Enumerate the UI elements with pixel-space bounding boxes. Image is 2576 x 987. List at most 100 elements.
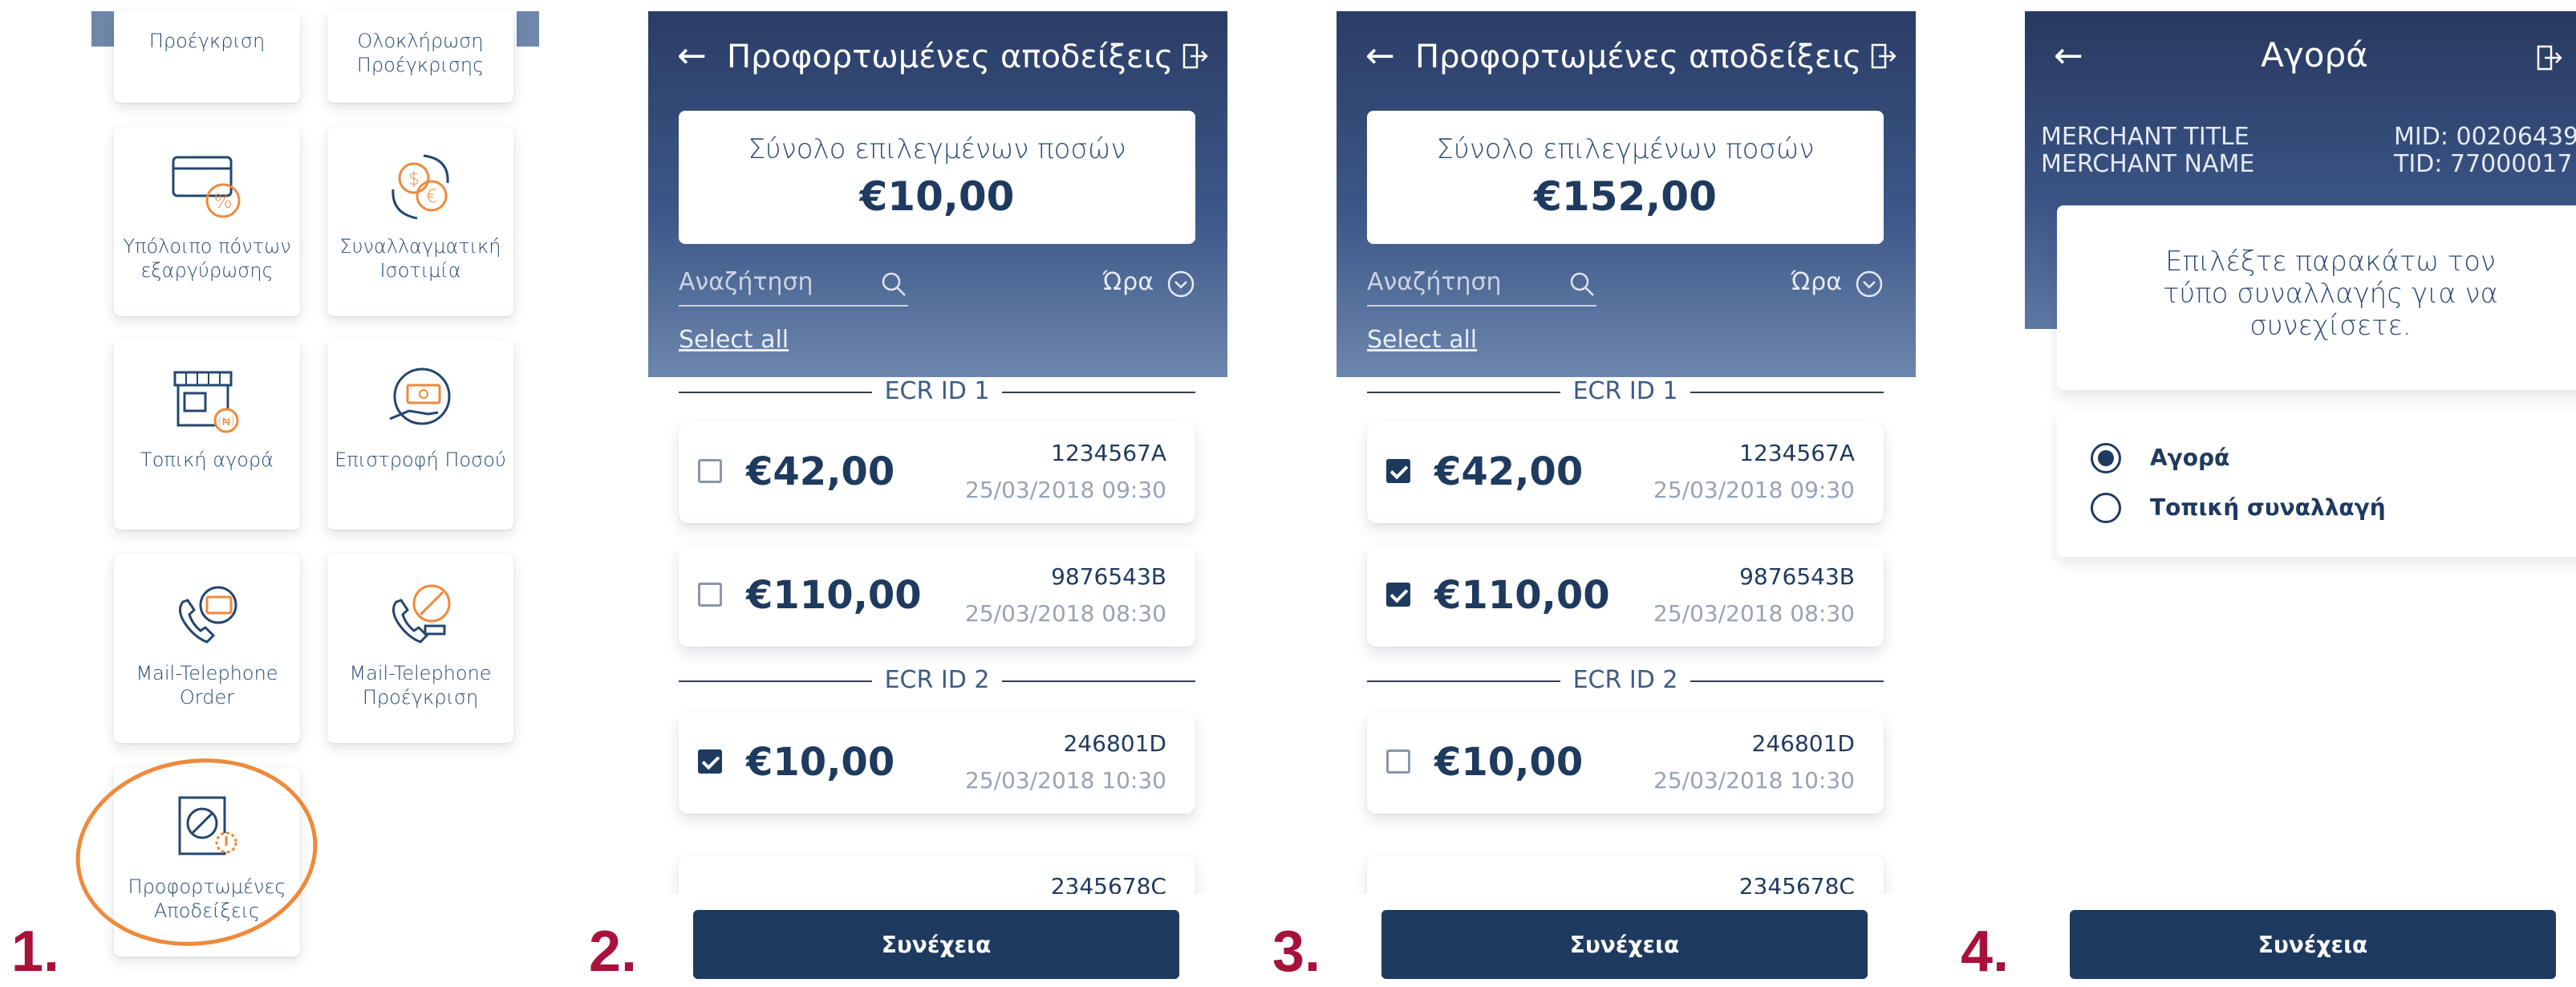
receipts-screen-3: ← Προφορτωμένες αποδείξεις Σύνολο επιλεγ…: [1337, 11, 1916, 987]
svg-text:(₦): (₦): [217, 416, 234, 429]
receipt-row[interactable]: €42,00 1234567A 25/03/2018 09:30: [679, 422, 1195, 523]
receipt-checkbox[interactable]: [698, 459, 722, 483]
receipt-ref: 2345678C: [1050, 873, 1166, 894]
receipt-datetime: 25/03/2018 08:30: [965, 600, 1166, 627]
radio-local-transaction[interactable]: [2091, 493, 2121, 523]
group-label: ECR ID 2: [871, 666, 1003, 694]
search-row: Αναζήτηση Ώρα: [1367, 268, 1884, 313]
receipt-amount: €110,00: [746, 573, 922, 618]
time-sort-label[interactable]: Ώρα: [1102, 268, 1154, 296]
receipt-row[interactable]: €10,00 246801D 25/03/2018 10:30: [679, 713, 1195, 814]
select-all-link[interactable]: Select all: [1367, 326, 1477, 354]
receipt-checkbox[interactable]: [1386, 459, 1410, 483]
chevron-down-icon[interactable]: [1855, 270, 1884, 299]
merchant-info: MERCHANT TITLE MERCHANT NAME: [2041, 124, 2254, 178]
terminal-id: TID: 77000017: [2394, 150, 2573, 178]
instruction-card: Επιλέξτε παρακάτω τον τύπο συναλλαγής γι…: [2057, 205, 2576, 390]
exit-icon[interactable]: [2535, 43, 2564, 72]
search-icon[interactable]: [1568, 270, 1596, 299]
receipt-checkbox[interactable]: [1386, 749, 1410, 774]
terminal-info: MID: 00206439 TID: 77000017: [2394, 124, 2576, 178]
continue-button[interactable]: Συνέχεια: [1381, 910, 1868, 979]
receipt-ref: 246801D: [1063, 730, 1166, 757]
receipt-amount: €110,00: [1434, 573, 1610, 618]
tile-currency-exchange[interactable]: $ € Συναλλαγματική Ισοτιμία: [327, 127, 513, 316]
step-number-2: 2.: [589, 920, 638, 984]
receipt-datetime: 25/03/2018 10:30: [1653, 767, 1855, 794]
page-title: Προφορτωμένες αποδείξεις: [1415, 39, 1862, 75]
receipt-checkbox[interactable]: [698, 583, 722, 607]
option-label[interactable]: Αγορά: [2150, 445, 2229, 471]
step-number-1: 1.: [11, 920, 60, 984]
total-label: Σύνολο επιλεγμένων ποσών: [1436, 133, 1815, 165]
step-number-4: 4.: [1961, 920, 2010, 984]
svg-text:€: €: [426, 187, 437, 207]
receipt-row[interactable]: 2345678C: [679, 855, 1195, 894]
tile-mail-telephone-order[interactable]: Mail-Telephone Order: [114, 554, 300, 743]
receipt-checkbox[interactable]: [1386, 583, 1410, 607]
receipt-row[interactable]: €110,00 9876543B 25/03/2018 08:30: [1367, 546, 1884, 647]
merchant-name: MERCHANT NAME: [2041, 150, 2255, 178]
tile-mail-telephone-preauth[interactable]: Mail-Telephone Προέγκριση: [327, 554, 513, 743]
currency-exchange-icon: $ €: [391, 154, 449, 220]
tile-label: Συναλλαγματική Ισοτιμία: [339, 235, 501, 282]
header: ← Προφορτωμένες αποδείξεις Σύνολο επιλεγ…: [648, 11, 1227, 377]
receipt-amount: €42,00: [746, 449, 895, 494]
receipt-checkbox[interactable]: [698, 749, 722, 774]
chevron-down-icon[interactable]: [1166, 270, 1195, 299]
tile-label: Mail-Telephone Προέγκριση: [349, 662, 492, 709]
tile-label: Υπόλοιπο πόντων εξαργύρωσης: [123, 235, 291, 282]
receipt-datetime: 25/03/2018 10:30: [965, 767, 1166, 794]
card-percent-icon: %: [172, 156, 241, 218]
tile-local-purchase[interactable]: (₦) Τοπική αγορά: [114, 340, 300, 530]
total-card: Σύνολο επιλεγμένων ποσών €152,00: [1367, 111, 1884, 244]
group-label: ECR ID 1: [871, 377, 1003, 405]
receipt-amount: €42,00: [1434, 449, 1584, 494]
receipt-ref: 2345678C: [1738, 873, 1855, 894]
page-title: Αγορά: [2261, 35, 2368, 75]
radio-purchase[interactable]: [2091, 443, 2121, 473]
back-arrow-icon[interactable]: ←: [677, 35, 707, 76]
tile-refund[interactable]: Επιστροφή Ποσού: [327, 340, 513, 530]
receipt-row[interactable]: €10,00 246801D 25/03/2018 10:30: [1367, 713, 1884, 814]
total-value: €10,00: [859, 173, 1015, 220]
svg-text:%: %: [214, 190, 233, 213]
purchase-screen: ← Αγορά MERCHANT TITLE MERCHANT NAME MID…: [2025, 11, 2576, 987]
title-bar: ← Προφορτωμένες αποδείξεις: [1337, 32, 1916, 80]
local-store-icon: (₦): [173, 371, 239, 433]
exit-icon[interactable]: [1869, 42, 1898, 71]
merchant-title: MERCHANT TITLE: [2041, 123, 2249, 151]
receipt-row[interactable]: €110,00 9876543B 25/03/2018 08:30: [679, 546, 1195, 647]
tile-preauth[interactable]: Προέγκριση: [114, 11, 300, 103]
phone-preauth-icon: [392, 584, 451, 644]
receipt-row[interactable]: €42,00 1234567A 25/03/2018 09:30: [1367, 422, 1884, 523]
group-separator: ECR ID 2: [679, 664, 1195, 697]
receipt-ref: 1234567A: [1051, 440, 1166, 466]
tile-preauth-complete[interactable]: Ολοκλήρωση Προέγκρισης: [327, 11, 513, 103]
svg-text:$: $: [408, 169, 420, 189]
option-label[interactable]: Τοπική συναλλαγή: [2150, 494, 2386, 521]
receipt-ref: 246801D: [1751, 730, 1855, 757]
receipt-row[interactable]: 2345678C: [1367, 855, 1884, 894]
total-label: Σύνολο επιλεγμένων ποσών: [748, 133, 1126, 165]
tile-points-balance[interactable]: % Υπόλοιπο πόντων εξαργύρωσης: [114, 127, 300, 316]
search-row: Αναζήτηση Ώρα: [679, 268, 1195, 313]
total-value: €152,00: [1534, 173, 1717, 220]
back-arrow-icon[interactable]: ←: [1365, 35, 1395, 76]
phone-card-icon: [179, 586, 237, 644]
title-bar: ← Προφορτωμένες αποδείξεις: [648, 32, 1227, 80]
search-input[interactable]: Αναζήτηση: [679, 268, 813, 296]
group-separator: ECR ID 2: [1367, 664, 1884, 697]
search-icon[interactable]: [879, 270, 908, 299]
menu-panel: Προέγκριση Ολοκλήρωση Προέγκρισης % Υπόλ…: [63, 11, 546, 987]
time-sort-label[interactable]: Ώρα: [1791, 268, 1842, 296]
exit-icon[interactable]: [1181, 42, 1210, 71]
select-all-link[interactable]: Select all: [679, 326, 789, 354]
continue-button[interactable]: Συνέχεια: [693, 910, 1179, 979]
search-underline: [679, 305, 908, 307]
continue-button[interactable]: Συνέχεια: [2070, 910, 2556, 979]
page-title: Προφορτωμένες αποδείξεις: [727, 39, 1174, 75]
total-card: Σύνολο επιλεγμένων ποσών €10,00: [679, 111, 1195, 244]
refund-hand-icon: [389, 368, 451, 425]
search-input[interactable]: Αναζήτηση: [1367, 268, 1502, 296]
